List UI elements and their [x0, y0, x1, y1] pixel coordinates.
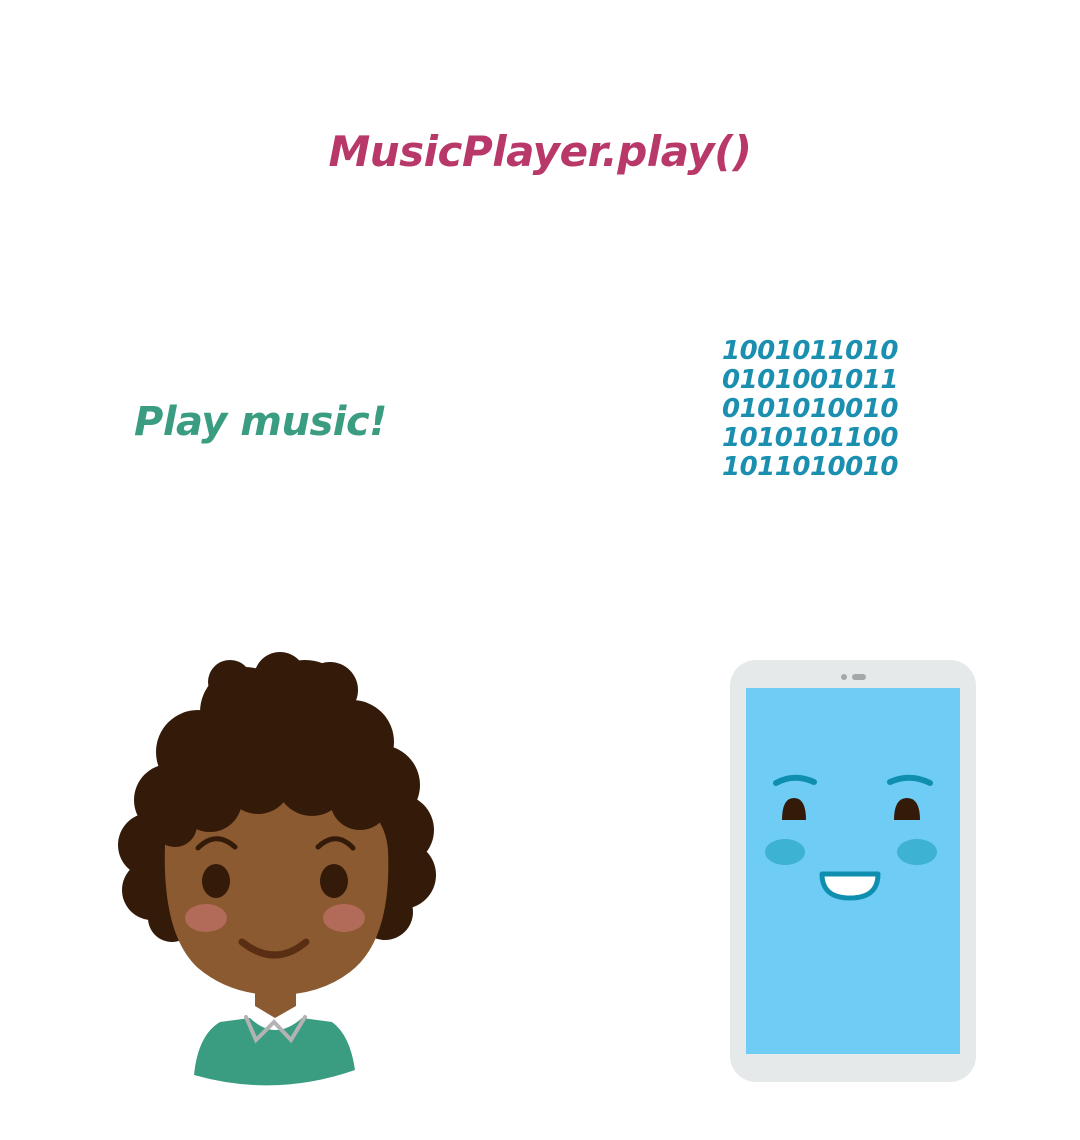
phone-camera [841, 674, 847, 680]
phone-speaker [852, 674, 866, 680]
phone-mouth [819, 871, 881, 901]
binary-line: 1011010010 [722, 452, 898, 482]
binary-line: 0101010010 [722, 394, 898, 424]
binary-line: 0101001011 [722, 365, 898, 395]
binary-line: 1001011010 [722, 336, 898, 366]
person-shirt [194, 1018, 355, 1086]
binary-code-block: 1001011010 0101001011 0101010010 1010101… [722, 337, 898, 482]
smiling-person-icon [118, 652, 436, 1086]
smiling-smartphone-icon [730, 660, 976, 1082]
binary-line: 1010101100 [722, 423, 898, 453]
speech-label: Play music! [134, 399, 387, 445]
phone-screen [746, 688, 960, 1054]
code-call-label: MusicPlayer.play() [328, 127, 752, 176]
